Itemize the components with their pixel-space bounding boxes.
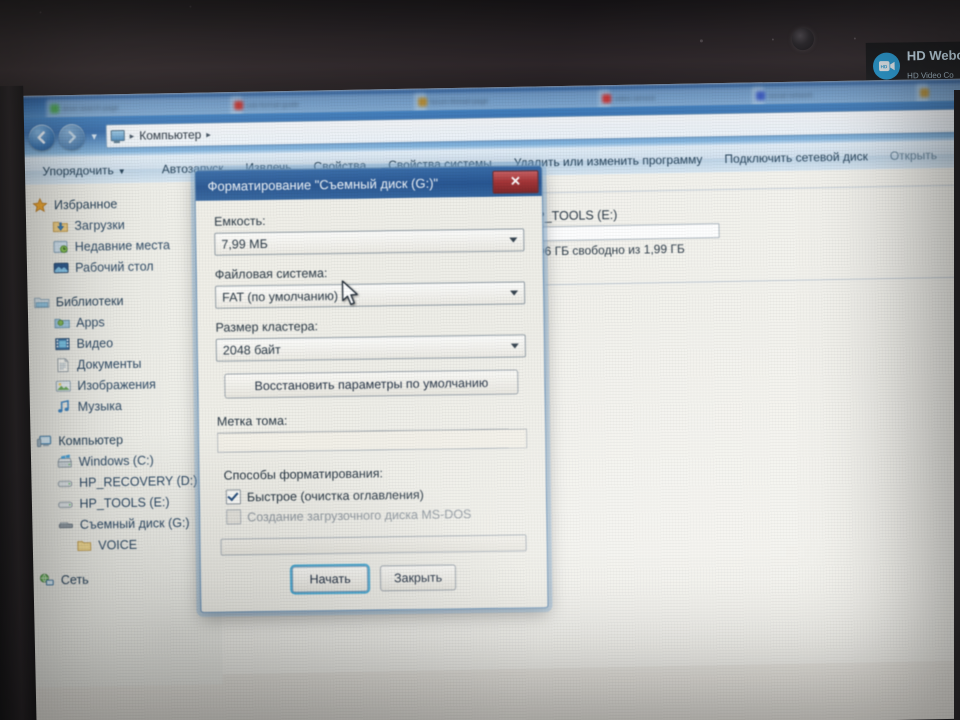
chevron-down-icon: ▼ — [117, 166, 126, 176]
mouse-pointer-icon — [340, 280, 361, 313]
breadcrumb-separator-2[interactable]: ▸ — [206, 129, 211, 140]
nav-group-network: Сеть — [25, 566, 221, 591]
chevron-down-icon — [510, 343, 519, 349]
drive-name: HP_TOOLS (E:) — [527, 208, 618, 224]
filesystem-value: FAT (по умолчанию) — [222, 288, 339, 305]
nav-group-libraries: Библиотеки Apps Видео Документы Изображе… — [20, 288, 218, 418]
sidebar-item-desktop[interactable]: Рабочий стол — [19, 254, 215, 279]
checkbox-checked-icon[interactable] — [225, 489, 242, 505]
group-divider — [545, 276, 960, 286]
volume-label-input[interactable] — [217, 428, 528, 453]
msdos-boot-checkbox-row: Создание загрузочного диска MS-DOS — [226, 505, 528, 525]
pictures-library-icon — [55, 378, 71, 394]
back-arrow-icon[interactable] — [28, 124, 56, 151]
cluster-size-value: 2048 байт — [222, 342, 281, 358]
close-button[interactable]: Закрыть — [379, 564, 457, 592]
forward-arrow-icon[interactable] — [58, 123, 85, 151]
sidebar-item-hp-recovery-d-label: HP_RECOVERY (D:) — [78, 473, 198, 490]
capacity-select[interactable]: 7,99 МБ — [214, 228, 525, 256]
dialog-body: Емкость: 7,99 МБ Файловая система: FAT (… — [195, 196, 548, 612]
chevron-down-icon[interactable]: ▼ — [90, 131, 99, 141]
dialog-title: Форматирование "Съемный диск (G:)" — [207, 175, 439, 194]
drive-free-space: 1,96 ГБ свободно из 1,99 ГБ — [527, 241, 685, 259]
format-dialog: Форматирование "Съемный диск (G:)" ✕ Емк… — [194, 165, 549, 613]
sidebar-item-computer-label: Компьютер — [58, 432, 124, 448]
sidebar-item-music[interactable]: Музыка — [22, 393, 218, 418]
folder-icon — [76, 537, 92, 553]
video-camera-icon: HD — [872, 51, 901, 80]
navigation-pane: Избранное Загрузки Недавние места Рабочи… — [17, 181, 223, 688]
hard-drive-icon — [57, 475, 73, 491]
video-library-icon — [54, 336, 70, 352]
laptop-right-edge — [954, 90, 960, 720]
removable-drive-icon — [58, 517, 74, 533]
windows-drive-icon — [57, 454, 73, 470]
toolbar-item-open[interactable]: Открыть — [879, 144, 948, 165]
recent-places-icon — [53, 239, 69, 255]
sidebar-item-network-label: Сеть — [60, 572, 89, 587]
filesystem-select[interactable]: FAT (по умолчанию) — [214, 281, 526, 309]
breadcrumb-separator: ▸ — [129, 130, 135, 141]
nav-group-computer: Компьютер Windows (C:) HP_RECOVERY (D:) … — [22, 427, 220, 557]
start-button[interactable]: Начать — [291, 565, 369, 593]
sidebar-item-documents-label: Документы — [76, 356, 142, 372]
laptop-photo-scene: HD HD Webc HD Video Co drive-search-page… — [0, 0, 960, 720]
sidebar-item-hp-tools-e-label: HP_TOOLS (E:) — [79, 494, 170, 511]
toolbar-item-map-network-drive[interactable]: Подключить сетевой диск — [713, 146, 879, 169]
dialog-titlebar[interactable]: Форматирование "Съемный диск (G:)" ✕ — [195, 166, 542, 201]
sidebar-item-removable-g-label: Съемный диск (G:) — [79, 515, 190, 532]
sidebar-item-downloads-label: Загрузки — [74, 217, 125, 233]
sidebar-item-libraries-label: Библиотеки — [55, 293, 124, 309]
close-icon[interactable]: ✕ — [492, 169, 539, 194]
sidebar-item-apps-label: Apps — [76, 314, 105, 330]
capacity-label: Емкость: — [213, 213, 266, 229]
sidebar-item-desktop-label: Рабочий стол — [75, 259, 154, 275]
webcam-badge-title: HD Webc — [906, 47, 960, 64]
capacity-value: 7,99 МБ — [221, 236, 268, 252]
libraries-icon — [34, 294, 50, 310]
bezel-specks — [0, 5, 960, 49]
music-library-icon — [56, 399, 72, 415]
quick-format-label: Быстрое (очистка оглавления) — [246, 487, 424, 504]
breadcrumb-item-computer[interactable]: Компьютер — [139, 128, 201, 143]
quick-format-checkbox-row[interactable]: Быстрое (очистка оглавления) — [225, 485, 528, 505]
star-icon — [32, 197, 48, 213]
sidebar-item-pictures-label: Изображения — [77, 376, 156, 393]
sidebar-item-favorites-label: Избранное — [53, 196, 118, 212]
sidebar-item-video-label: Видео — [76, 335, 114, 351]
sidebar-item-recent-places-label: Недавние места — [74, 237, 171, 254]
toolbar-item-organize[interactable]: Упорядочить ▼ — [31, 159, 137, 181]
network-icon — [39, 572, 55, 588]
restore-defaults-button[interactable]: Восстановить параметры по умолчанию — [224, 369, 519, 399]
sidebar-item-network[interactable]: Сеть — [25, 566, 221, 591]
drive-capacity-bar — [527, 223, 720, 242]
computer-icon — [110, 129, 125, 144]
chevron-down-icon — [510, 290, 519, 296]
toolbar-item-organize-label: Упорядочить — [42, 162, 114, 179]
svg-text:HD: HD — [880, 64, 887, 69]
sidebar-item-voice-label: VOICE — [98, 537, 138, 553]
sidebar-item-music-label: Музыка — [77, 398, 123, 414]
format-progress-bar — [220, 534, 527, 556]
filesystem-label: Файловая система: — [214, 266, 328, 282]
dialog-actions: Начать Закрыть — [219, 563, 529, 597]
desktop-icon — [53, 260, 69, 276]
hard-drive-icon — [57, 496, 73, 512]
apps-library-icon — [54, 315, 70, 331]
downloads-folder-icon — [52, 218, 68, 234]
format-methods-label: Способы форматирования: — [223, 466, 384, 483]
cluster-size-label: Размер кластера: — [215, 319, 319, 335]
sidebar-item-windows-c-label: Windows (C:) — [78, 453, 154, 469]
msdos-boot-label: Создание загрузочного диска MS-DOS — [247, 506, 472, 524]
cluster-size-select[interactable]: 2048 байт — [215, 334, 527, 362]
chevron-down-icon — [509, 237, 518, 243]
sidebar-item-voice[interactable]: VOICE — [24, 532, 220, 557]
volume-label-label: Метка тома: — [216, 413, 288, 429]
webcam-lens-icon — [791, 27, 815, 51]
computer-icon — [36, 433, 52, 449]
laptop-lcd-panel: drive-search-page usb-format-guide forum… — [16, 78, 960, 720]
checkbox-unchecked-icon — [226, 509, 242, 525]
nav-group-favorites: Избранное Загрузки Недавние места Рабочи… — [18, 191, 216, 279]
documents-library-icon — [55, 357, 71, 373]
